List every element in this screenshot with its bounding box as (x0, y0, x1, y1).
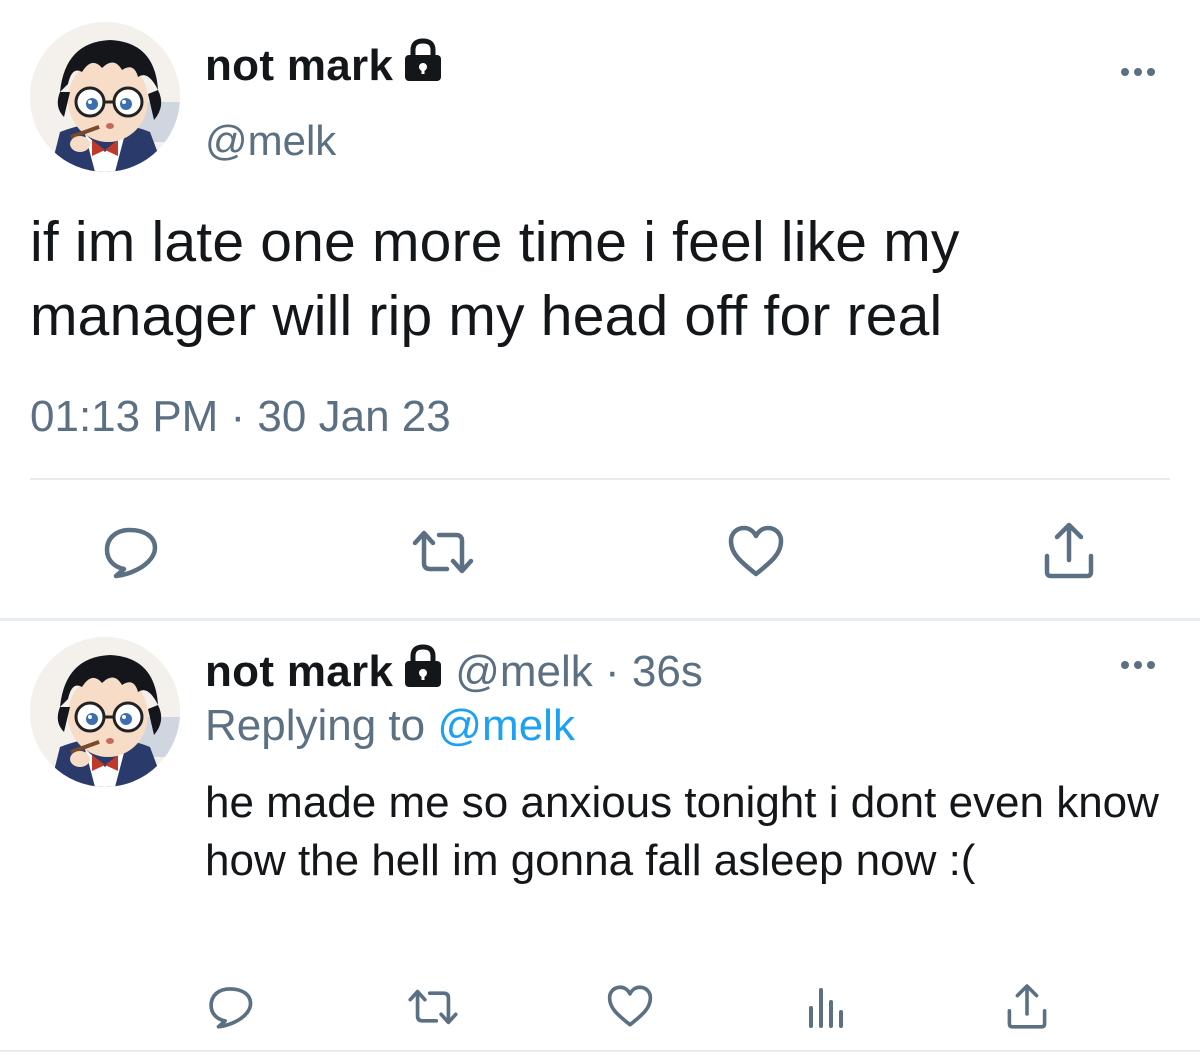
author-name[interactable]: not mark (205, 38, 443, 93)
replying-to-prefix: Replying to (205, 701, 426, 750)
author-name-text[interactable]: not mark (205, 647, 393, 697)
lock-icon (403, 644, 443, 699)
share-icon[interactable] (1041, 520, 1097, 580)
reply-icon[interactable] (207, 984, 253, 1030)
divider (0, 1050, 1200, 1052)
like-icon[interactable] (606, 984, 654, 1028)
replying-to: Replying to @melk (205, 701, 575, 751)
anime-avatar-icon (30, 637, 180, 787)
avatar[interactable] (30, 22, 180, 172)
tweet-text: if im late one more time i feel like my … (30, 210, 960, 348)
replying-to-handle-link[interactable]: @melk (437, 701, 575, 750)
anime-avatar-icon (30, 22, 180, 172)
retweet-icon[interactable] (411, 527, 475, 577)
author-name-text[interactable]: not mark (205, 41, 393, 91)
more-options-icon[interactable] (1118, 655, 1158, 675)
lock-icon (403, 38, 443, 93)
handle-and-time[interactable]: @melk · 36s (455, 647, 703, 697)
retweet-icon[interactable] (407, 986, 459, 1028)
divider (0, 618, 1200, 621)
like-icon[interactable] (727, 524, 785, 578)
more-options-icon[interactable] (1118, 62, 1158, 82)
avatar[interactable] (30, 637, 180, 787)
analytics-icon[interactable] (806, 986, 846, 1028)
share-icon[interactable] (1004, 982, 1050, 1030)
reply-header: not mark @melk · 36s (205, 644, 703, 699)
author-handle[interactable]: @melk (205, 117, 336, 165)
tweet-timestamp[interactable]: 01:13 PM · 30 Jan 23 (30, 392, 451, 442)
tweet-text: he made me so anxious tonight i dont eve… (205, 778, 1159, 885)
divider (30, 478, 1170, 480)
reply-icon[interactable] (102, 524, 158, 580)
